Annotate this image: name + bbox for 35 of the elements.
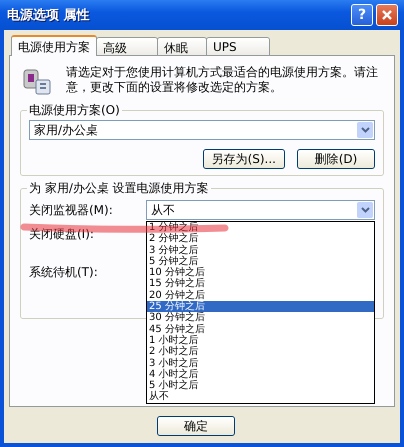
tab[interactable]: 休眠 [157,37,207,55]
dropdown-option[interactable]: 3 小时之后 [147,358,374,369]
setting-label: 关闭硬盘(I): [29,226,95,242]
tab[interactable]: 电源使用方案 [11,35,97,56]
close-button[interactable] [376,4,398,26]
scheme-button[interactable]: 删除(D) [297,149,375,169]
scheme-dropdown[interactable]: 家用/办公桌 [29,120,375,140]
dropdown-option[interactable]: 2 分钟之后 [147,233,374,245]
dropdown-option[interactable]: 1 小时之后 [147,334,374,346]
scheme-button[interactable]: 另存为(S)... [202,149,285,169]
tab[interactable]: 高级 [96,37,158,55]
setting-label: 系统待机(T): [29,264,99,281]
close-icon [381,9,393,21]
dropdown-option[interactable]: 1 分钟之后 [147,222,374,234]
dropdown-option[interactable]: 从不 [147,391,374,403]
setting-label: 关闭监视器(M): [29,202,114,218]
tab[interactable]: UPS [206,37,270,55]
dropdown-option[interactable]: 30 分钟之后 [147,312,374,324]
group-title: 为 家用/办公桌 设置电源使用方案 [28,180,210,197]
dropdown-option[interactable]: 2 小时之后 [147,346,374,358]
dropdown-option[interactable]: 4 小时之后 [147,368,374,380]
dropdown-option[interactable]: 15 分钟之后 [147,278,374,290]
setting-dropdown[interactable]: 从不 [146,200,375,220]
dropdown-option[interactable]: 20 分钟之后 [147,290,374,302]
help-button[interactable]: ? [351,4,373,26]
dropdown-option[interactable]: 25 分钟之后 [147,301,374,312]
group-title: 电源使用方案(O) [28,102,121,119]
dropdown-option[interactable]: 5 分钟之后 [147,256,374,268]
dropdown-option[interactable]: 10 分钟之后 [147,267,374,278]
description-text: 请选定对于您使用计算机方式最适合的电源使用方案。请注意，更改下面的设置将修改选定的方案。 [66,64,379,95]
dropdown-option[interactable]: 5 小时之后 [147,380,374,392]
ok-button[interactable]: 确定 [157,416,235,436]
dropdown-option[interactable]: 45 分钟之后 [147,324,374,335]
window-title: 电源选项 属性 [7,7,90,24]
dropdown-option[interactable]: 3 分钟之后 [147,244,374,256]
